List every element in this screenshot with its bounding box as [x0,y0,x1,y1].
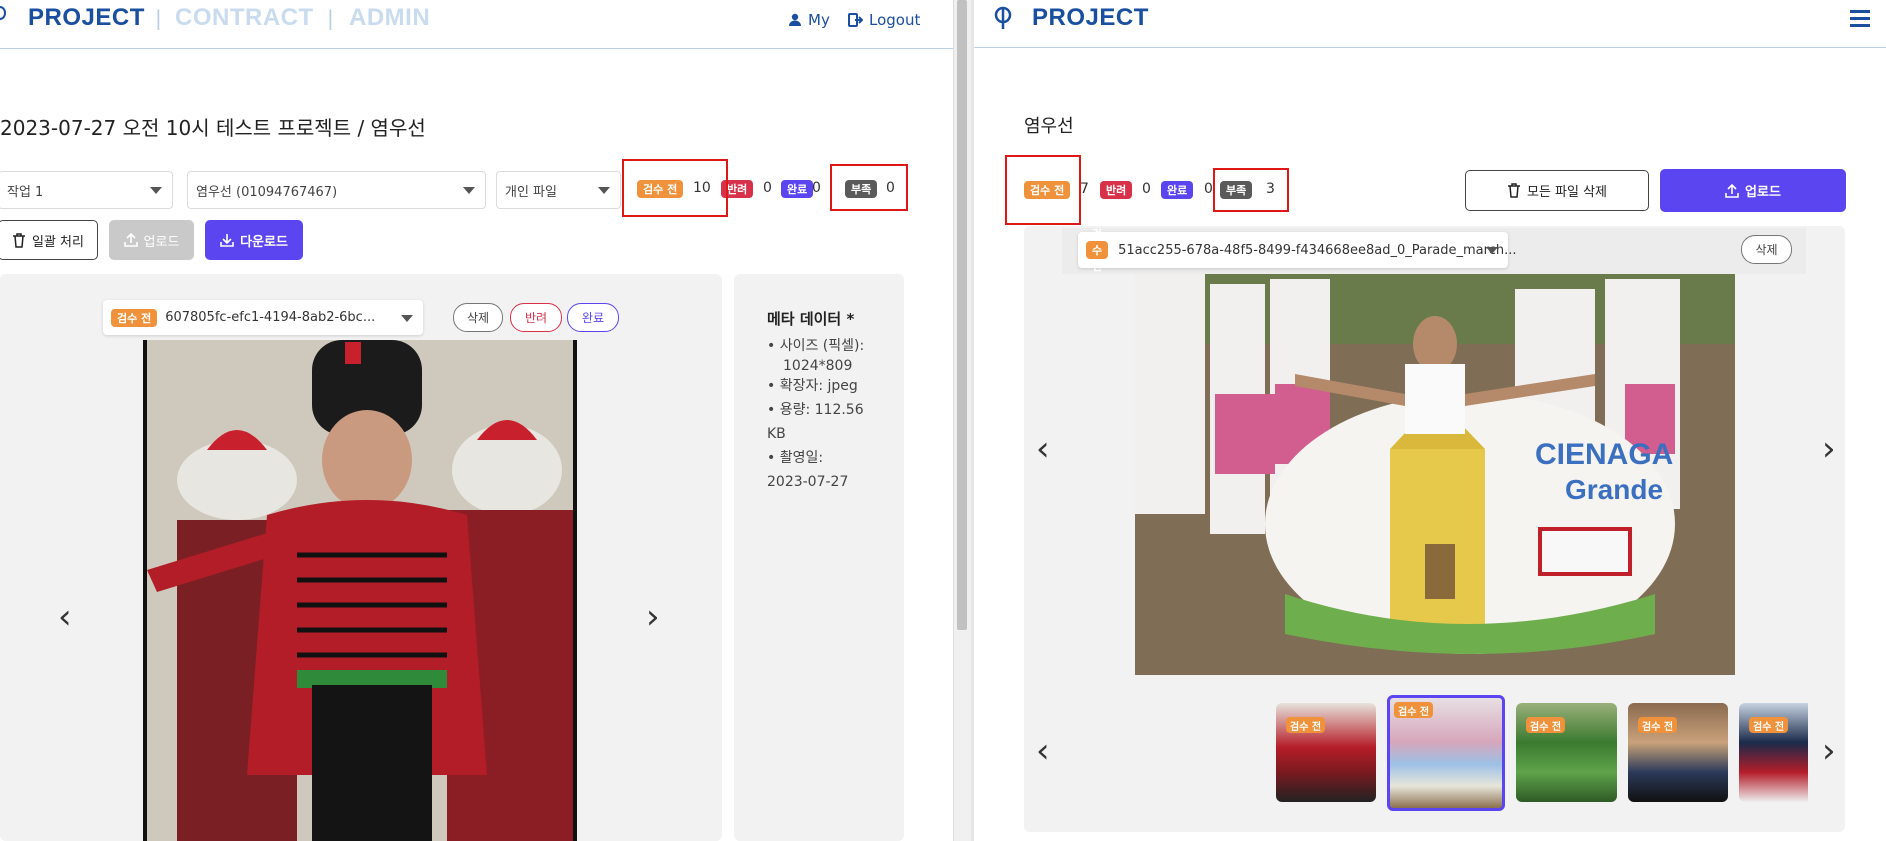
upload-label: 업로드 [1745,185,1781,200]
left-pane: PROJECT | CONTRACT | ADMIN My Logout 202… [0,0,953,841]
nav-project[interactable]: PROJECT [1032,4,1149,32]
highlight-box [1005,155,1081,225]
metadata-extension: • 확장자: jpeg [767,378,858,394]
status-count-complete: 0 [1204,181,1213,197]
thumbnail-next-icon[interactable]: › [1822,734,1836,768]
chevron-down-icon [463,187,475,194]
svg-text:CIENAGA: CIENAGA [1535,438,1673,471]
metadata-title: 메타 데이터 * [767,310,855,328]
nav-admin[interactable]: ADMIN [349,4,430,32]
reject-button[interactable]: 반려 [510,303,562,332]
metadata-date-value: 2023-07-27 [767,474,849,490]
file-selector[interactable]: 검수 전 51acc255-678a-48f5-8499-f434668ee8a… [1078,228,1516,273]
nav-contract[interactable]: CONTRACT [175,4,314,32]
file-name: 51acc255-678a-48f5-8499-f434668ee8ad_0_P… [1118,242,1517,258]
upload-button[interactable]: 업로드 [1660,169,1846,212]
download-label: 다운로드 [240,234,288,250]
status-badge-complete: 완료 [781,180,814,198]
page-title: 염우선 [1024,116,1074,137]
bulk-process-label: 일괄 처리 [32,234,84,250]
file-type-select-value: 개인 파일 [505,184,557,200]
top-nav: PROJECT [974,0,1886,48]
thumbnail-prev-icon[interactable]: ‹ [1036,734,1050,768]
page-title: 2023-07-27 오전 10시 테스트 프로젝트 / 염우선 [0,116,426,140]
thumbnail-item-selected[interactable]: 검수 전 [1387,695,1505,811]
nav-project[interactable]: PROJECT [28,4,145,32]
metadata-capacity: • 용량: 112.56 [767,402,864,418]
upload-icon [1725,183,1739,198]
highlight-box [1213,168,1289,212]
svg-text:Grande: Grande [1565,474,1663,505]
upload-label: 업로드 [143,234,180,250]
user-icon [789,13,801,26]
my-link[interactable]: My [788,11,830,29]
worker-select[interactable]: 염우선 (01094767467) [187,171,486,209]
chevron-down-icon [1486,247,1498,254]
chevron-down-icon [401,315,413,322]
screen: PROJECT | CONTRACT | ADMIN My Logout 202… [0,0,1886,841]
file-name: 607805fc-efc1-4194-8ab2-6bc... [165,310,376,325]
thumbnail-item[interactable]: 검수 전 [1628,703,1728,802]
scrollbar-thumb[interactable] [957,0,967,630]
logo-icon [994,6,1012,29]
upload-button[interactable]: 업로드 [109,220,194,260]
metadata-panel: 메타 데이터 * • 사이즈 (픽셀): 1024*809 • 확장자: jpe… [734,274,904,841]
chevron-down-icon [150,187,162,194]
chevron-down-icon [598,187,610,194]
task-select[interactable]: 작업 1 [0,171,173,209]
logout-label: Logout [869,11,921,29]
menu-icon[interactable] [1850,6,1870,31]
upload-icon [123,233,138,247]
main-image [143,340,577,841]
status-badge-rejected: 반려 [1100,181,1133,199]
file-status-badge: 검수 전 [111,308,158,327]
logout-link[interactable]: Logout [848,11,920,29]
download-button[interactable]: 다운로드 [205,220,303,260]
my-label: My [808,11,830,29]
status-count-rejected: 0 [1142,181,1151,197]
bulk-process-button[interactable]: 일괄 처리 [0,220,98,260]
delete-all-label: 모든 파일 삭제 [1526,185,1608,200]
next-image-icon[interactable]: › [646,600,660,634]
file-selector[interactable]: 검수 전 607805fc-efc1-4194-8ab2-6bc... [103,300,423,335]
highlight-box [622,159,728,217]
thumbnail-badge: 검수 전 [1394,702,1434,718]
status-badge-complete: 완료 [1161,181,1194,199]
worker-select-value: 염우선 (01094767467) [196,184,338,200]
metadata-capacity-unit: KB [767,426,786,442]
marcher-image [147,340,573,841]
right-pane: PROJECT 염우선 검수 전 7 반려 0 완료 0 부족 3 모든 파일 … [974,0,1886,841]
logo-icon [0,6,6,20]
status-count-complete: 0 [812,180,821,196]
status-count-rejected: 0 [763,180,772,196]
thumbnail-badge: 검수 전 [1526,717,1566,733]
task-select-value: 작업 1 [7,184,44,200]
thumbnail-badge: 검수 전 [1638,717,1678,733]
file-type-select[interactable]: 개인 파일 [496,171,621,209]
nav-separator: | [155,6,162,30]
logout-icon [848,13,863,27]
thumbnail-item[interactable]: 검수 전 [1276,703,1376,802]
complete-button[interactable]: 완료 [567,303,619,332]
delete-all-files-button[interactable]: 모든 파일 삭제 [1465,170,1649,211]
file-status-badge: 검수 전 [1086,228,1109,273]
top-nav: PROJECT | CONTRACT | ADMIN My Logout [0,0,953,49]
thumbnail-badge: 검수 전 [1286,717,1326,733]
main-image: CIENAGA Grande [1135,274,1735,675]
nav-separator: | [327,6,334,30]
trash-icon [13,232,25,248]
download-icon [220,234,234,247]
delete-button[interactable]: 삭제 [453,303,503,332]
metadata-date-label: • 촬영일: [767,450,824,466]
thumbnail-item[interactable]: 검수 전 [1739,703,1808,802]
status-count-pending: 7 [1080,181,1089,197]
trash-icon [1507,183,1520,198]
highlight-box [830,164,908,211]
prev-image-icon[interactable]: ‹ [1036,432,1050,466]
delete-button[interactable]: 삭제 [1741,235,1792,264]
prev-image-icon[interactable]: ‹ [58,600,72,634]
thumbnail-badge: 검수 전 [1749,717,1789,733]
thumbnail-item[interactable]: 검수 전 [1516,703,1617,802]
next-image-icon[interactable]: › [1822,432,1836,466]
